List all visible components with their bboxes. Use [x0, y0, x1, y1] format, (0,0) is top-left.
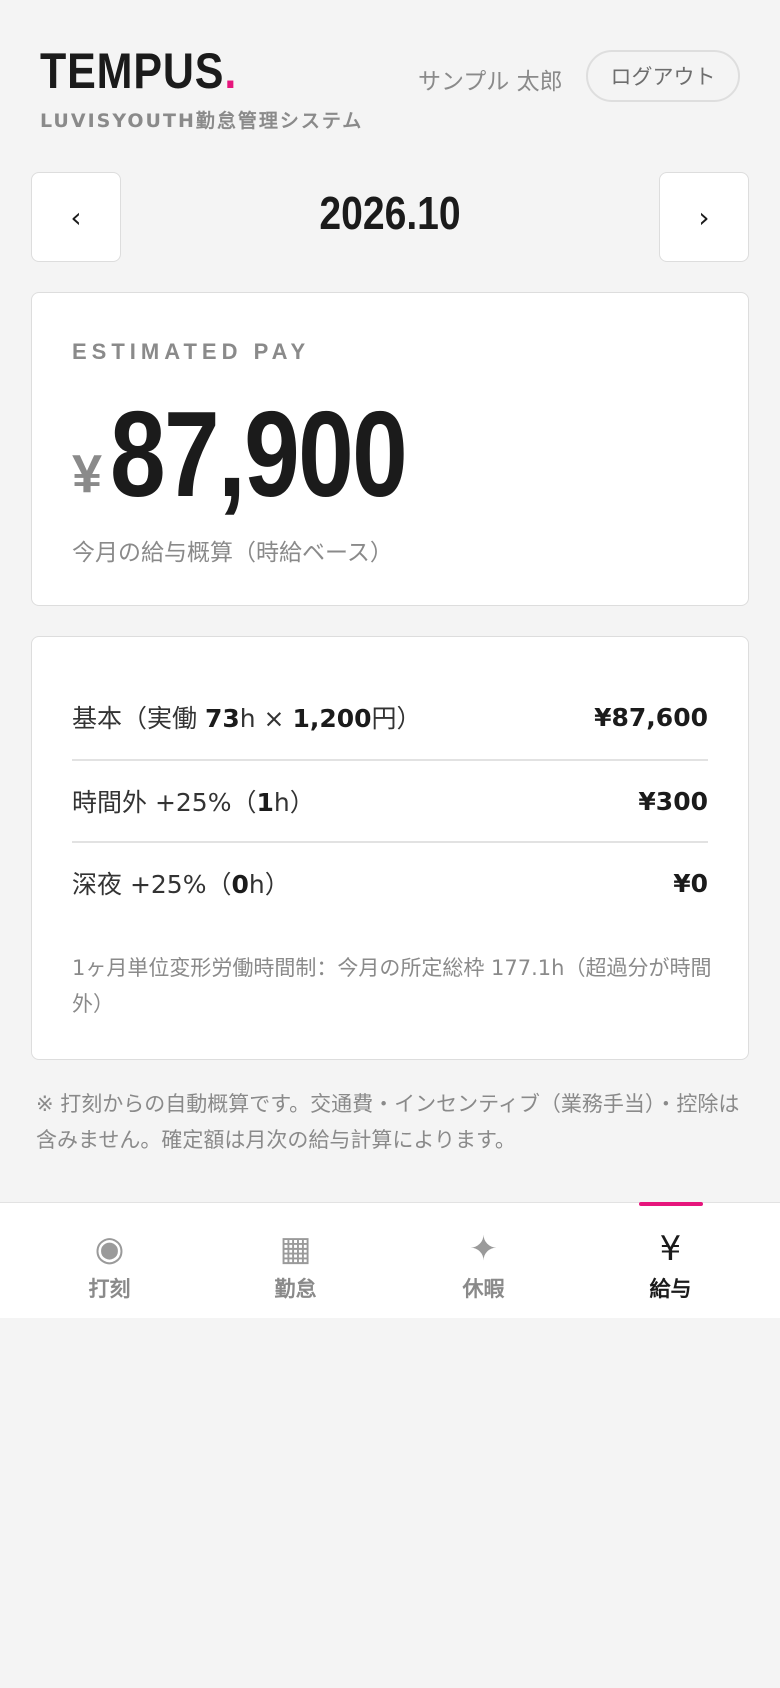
brand-logo: TEMPUS. [40, 43, 238, 99]
active-tab-indicator [639, 1202, 703, 1206]
bottom-tab-bar: ◉ 打刻 ▦ 勤怠 ✦ 休暇 ¥ 給与 [0, 1202, 780, 1318]
breakdown-note: 1ヶ月単位変形労働時間制：今月の所定総枠 177.1h（超過分が時間外） [72, 956, 712, 1016]
app-header: TEMPUS. LUVISYOUTH勤怠管理システム サンプル 太郎 ログアウト [0, 0, 780, 150]
current-month: 2026.10 [319, 187, 461, 239]
currency-symbol: ¥ [72, 444, 103, 504]
user-name: サンプル 太郎 [418, 69, 563, 95]
tab-label: 打刻 [88, 1277, 131, 1301]
calendar-grid-icon: ▦ [279, 1229, 312, 1269]
breakdown-amount: ¥300 [638, 786, 708, 816]
tab-clock-in[interactable]: ◉ 打刻 [12, 1203, 207, 1319]
breakdown-row-base: 基本（実働 73h × 1,200円） ¥87,600 [72, 676, 708, 758]
breakdown-row-night: 深夜 +25%（0h） ¥0 [72, 842, 708, 924]
tab-pay[interactable]: ¥ 給与 [573, 1203, 768, 1319]
breakdown-label: 時間外 +25%（1h） [72, 788, 315, 817]
tab-label: 休暇 [462, 1277, 505, 1301]
yen-icon: ¥ [659, 1229, 682, 1269]
breakdown-amount: ¥87,600 [594, 702, 708, 732]
tab-label: 勤怠 [274, 1277, 317, 1301]
app-subtitle: LUVISYOUTH勤怠管理システム [40, 110, 364, 132]
disclaimer-footnote: ※ 打刻からの自動概算です。交通費・インセンティブ（業務手当）・控除は含みません… [36, 1092, 740, 1152]
month-navigation: ‹ 2026.10 › [0, 172, 780, 264]
breakdown-row-overtime: 時間外 +25%（1h） ¥300 [72, 760, 708, 842]
logout-button[interactable]: ログアウト [586, 50, 740, 102]
estimated-pay-card: ESTIMATED PAY ¥ 87,900 今月の給与概算（時給ベース） [31, 292, 749, 606]
pay-value: 87,900 [110, 386, 408, 522]
estimated-pay-label: ESTIMATED PAY [72, 339, 311, 364]
next-month-button[interactable]: › [659, 172, 749, 262]
tab-attendance[interactable]: ▦ 勤怠 [198, 1203, 393, 1319]
breakdown-label: 深夜 +25%（0h） [72, 870, 290, 899]
tab-leave[interactable]: ✦ 休暇 [386, 1203, 581, 1319]
clock-in-icon: ◉ [94, 1229, 125, 1269]
pay-note: 今月の給与概算（時給ベース） [72, 540, 393, 566]
breakdown-label: 基本（実働 73h × 1,200円） [72, 704, 422, 733]
sparkle-icon: ✦ [469, 1229, 498, 1269]
estimated-pay-amount: ¥ 87,900 [72, 385, 471, 515]
breakdown-amount: ¥0 [673, 868, 708, 898]
prev-month-button[interactable]: ‹ [31, 172, 121, 262]
tab-label: 給与 [649, 1277, 692, 1301]
